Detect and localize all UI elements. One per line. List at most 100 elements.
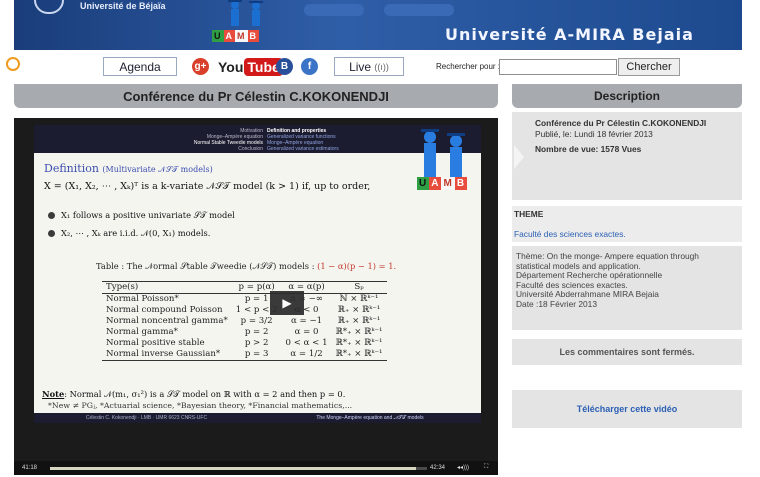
table-cell: α = 0 — [294, 327, 319, 337]
video-frame-slide: Motivation Monge–Ampère equation Normal … — [34, 125, 481, 423]
slide-note: Note: Normal 𝒩(m₁, σ₁²) is a 𝒮𝒯 model on… — [42, 389, 345, 400]
slide-section: Conclusion — [238, 146, 263, 152]
blogger-icon[interactable]: B — [276, 58, 293, 75]
table-row: Normal noncentral gamma* p = 3/2 α = −1 … — [102, 316, 387, 327]
arrow-icon — [514, 145, 524, 169]
video-info-box: Conférence du Pr Célestin C.KOKONENDJI P… — [512, 112, 742, 200]
table-cell: Normal compound Poisson — [106, 305, 223, 315]
search-label: Rechercher pour : — [436, 62, 501, 71]
theme-heading: THEME — [512, 206, 742, 226]
slide-subsection: Generalized variance estimators — [267, 146, 339, 152]
player-controls: 41:18 42:34 ◂◂))) ⛶ — [14, 461, 498, 475]
uamb-letter: A — [429, 177, 442, 190]
table-cell: ℝ*₊ × ℝᵏ⁻¹ — [335, 349, 383, 359]
table-row: Normal inverse Gaussian* p = 3 α = 1/2 ℝ… — [102, 349, 387, 361]
table-cell: ℝ₊ × ℝᵏ⁻¹ — [337, 305, 381, 315]
theme-line: Date :18 Février 2013 — [516, 298, 598, 309]
banner-decoration — [304, 4, 364, 16]
slide-footer-author: Célestin C. Kokonendji · LMB · UMR 6623 … — [85, 415, 208, 421]
theme-link[interactable]: Faculté des sciences exactes. — [512, 226, 742, 242]
video-player[interactable]: Motivation Monge–Ampère equation Normal … — [14, 118, 498, 475]
table-cell: Normal Poisson* — [106, 294, 179, 304]
site-title: Université A-MIRA Bejaia — [445, 25, 694, 44]
google-plus-icon[interactable]: g+ — [192, 58, 209, 75]
table-cell: 0 < α < 1 — [285, 338, 328, 348]
table-cell: ℝ*₊ × ℝᵏ⁻¹ — [335, 338, 383, 348]
definition-bullet: X₁ follows a positive univariate 𝒮𝒯 mode… — [48, 210, 235, 221]
table-caption-equation: (1 − α)(p − 1) = 1. — [317, 261, 397, 271]
banner-decoration — [384, 4, 454, 16]
uamb-letter: B — [454, 177, 468, 190]
table-cell: p = 3/2 — [240, 316, 273, 326]
graduates-silhouette-logo — [228, 0, 263, 26]
uamb-letter: A — [223, 30, 235, 42]
progress-fill — [50, 467, 416, 470]
facebook-icon[interactable]: f — [301, 58, 318, 75]
uamb-letter: U — [417, 177, 430, 190]
table-header: Type(s) — [106, 282, 139, 292]
elapsed-time: 41:18 — [22, 465, 38, 471]
table-cell: Normal inverse Gaussian* — [106, 349, 221, 359]
site-banner: Université de Béjaïa U A M B Université … — [14, 0, 742, 50]
table-cell: Normal noncentral gamma* — [106, 316, 228, 326]
table-row: Normal positive stable p > 2 0 < α < 1 ℝ… — [102, 338, 387, 349]
university-crest-logo — [34, 0, 64, 14]
play-button[interactable]: ▶ — [270, 291, 304, 315]
search-button[interactable]: Chercher — [618, 58, 680, 76]
table-cell: α = −1 — [290, 316, 323, 326]
youtube-you-text: You — [218, 58, 244, 75]
progress-bar[interactable] — [50, 467, 427, 470]
graduates-silhouette-logo — [421, 129, 465, 177]
slide-sections-right: Definition and properties Generalized va… — [267, 128, 339, 152]
slide-references: *New ≠ PGⱼ, *Actuarial science, *Bayesia… — [48, 401, 353, 410]
live-signal-icon: ((ı)) — [374, 61, 389, 72]
table-cell: Normal positive stable — [106, 338, 205, 348]
uamb-letter: U — [212, 30, 224, 42]
note-text: : Normal 𝒩(m₁, σ₁²) is a 𝒮𝒯 model on ℝ w… — [64, 389, 346, 399]
info-date: Publié, le: Lundi 18 février 2013 — [535, 129, 653, 139]
definition-heading: Definition (Multivariate 𝒩𝒮𝒯 models) — [44, 162, 213, 175]
live-label: Live — [349, 59, 372, 74]
table-row: Normal compound Poisson 1 < p < 2 α < 0 … — [102, 305, 387, 316]
search-input[interactable] — [499, 59, 617, 75]
live-button[interactable]: Live ((ı)) — [334, 57, 404, 76]
uamb-letter: B — [247, 30, 259, 42]
definition-title: Definition — [44, 162, 99, 175]
volume-icon[interactable]: ◂◂))) — [457, 464, 469, 471]
info-title: Conférence du Pr Célestin C.KOKONENDJI — [535, 118, 707, 128]
slide-footer: Célestin C. Kokonendji · LMB · UMR 6623 … — [34, 413, 481, 423]
university-small-name: Université de Béjaïa — [80, 1, 166, 11]
note-label: Note — [42, 389, 65, 399]
table-cell: p = 3 — [244, 349, 269, 359]
table-header: Sₚ — [354, 282, 364, 292]
table-cell: Normal gamma* — [106, 327, 178, 337]
table-row: Normal gamma* p = 2 α = 0 ℝ*₊ × ℝᵏ⁻¹ — [102, 327, 387, 338]
info-views: Nombre de vue: 1578 Vues — [535, 144, 642, 154]
table-header-row: Type(s) p = p(α) α = α(p) Sₚ — [102, 281, 387, 294]
table-cell: p = 2 — [244, 327, 269, 337]
uamb-logo: U A M B — [417, 177, 468, 190]
comments-closed-notice: Les commentaires sont fermés. — [512, 339, 742, 365]
duration-time: 42:34 — [430, 465, 446, 471]
table-cell: α = 1/2 — [290, 349, 323, 359]
description-title: Description — [512, 84, 742, 108]
fullscreen-icon[interactable]: ⛶ — [484, 464, 488, 471]
youtube-link[interactable]: You Tube — [218, 57, 283, 76]
table-cell: ℕ × ℝᵏ⁻¹ — [339, 294, 379, 304]
table-cell: ℝ₊ × ℝᵏ⁻¹ — [337, 316, 381, 326]
agenda-button[interactable]: Agenda — [103, 57, 177, 76]
home-icon[interactable] — [6, 57, 20, 71]
theme-description: Thème: On the monge- Ampere equation thr… — [512, 246, 742, 330]
slide-sections-left: Motivation Monge–Ampère equation Normal … — [194, 128, 263, 152]
nst-models-table: Type(s) p = p(α) α = α(p) Sₚ Normal Pois… — [102, 281, 387, 361]
download-video-link[interactable]: Télécharger cette vidéo — [512, 390, 742, 428]
definition-bullet: X₂, ⋯ , Xₖ are i.i.d. 𝒩(0, X₁) models. — [48, 228, 210, 239]
table-cell: ℝ*₊ × ℝᵏ⁻¹ — [335, 327, 383, 337]
conference-title: Conférence du Pr Célestin C.KOKONENDJI — [14, 84, 498, 108]
table-row: Normal Poisson* p = 1 α = −∞ ℕ × ℝᵏ⁻¹ — [102, 294, 387, 306]
definition-subtitle: (Multivariate 𝒩𝒮𝒯 models) — [102, 165, 213, 174]
table-caption-text: Table : The 𝒩ormal 𝒮table 𝒯weedie (𝒩𝒮𝒯) … — [96, 261, 315, 271]
slide-footer-title: The Monge–Ampère equation and 𝒩𝒮𝒯 models — [316, 415, 424, 421]
table-caption: Table : The 𝒩ormal 𝒮table 𝒯weedie (𝒩𝒮𝒯) … — [96, 261, 396, 272]
uamb-letter: M — [441, 177, 455, 190]
